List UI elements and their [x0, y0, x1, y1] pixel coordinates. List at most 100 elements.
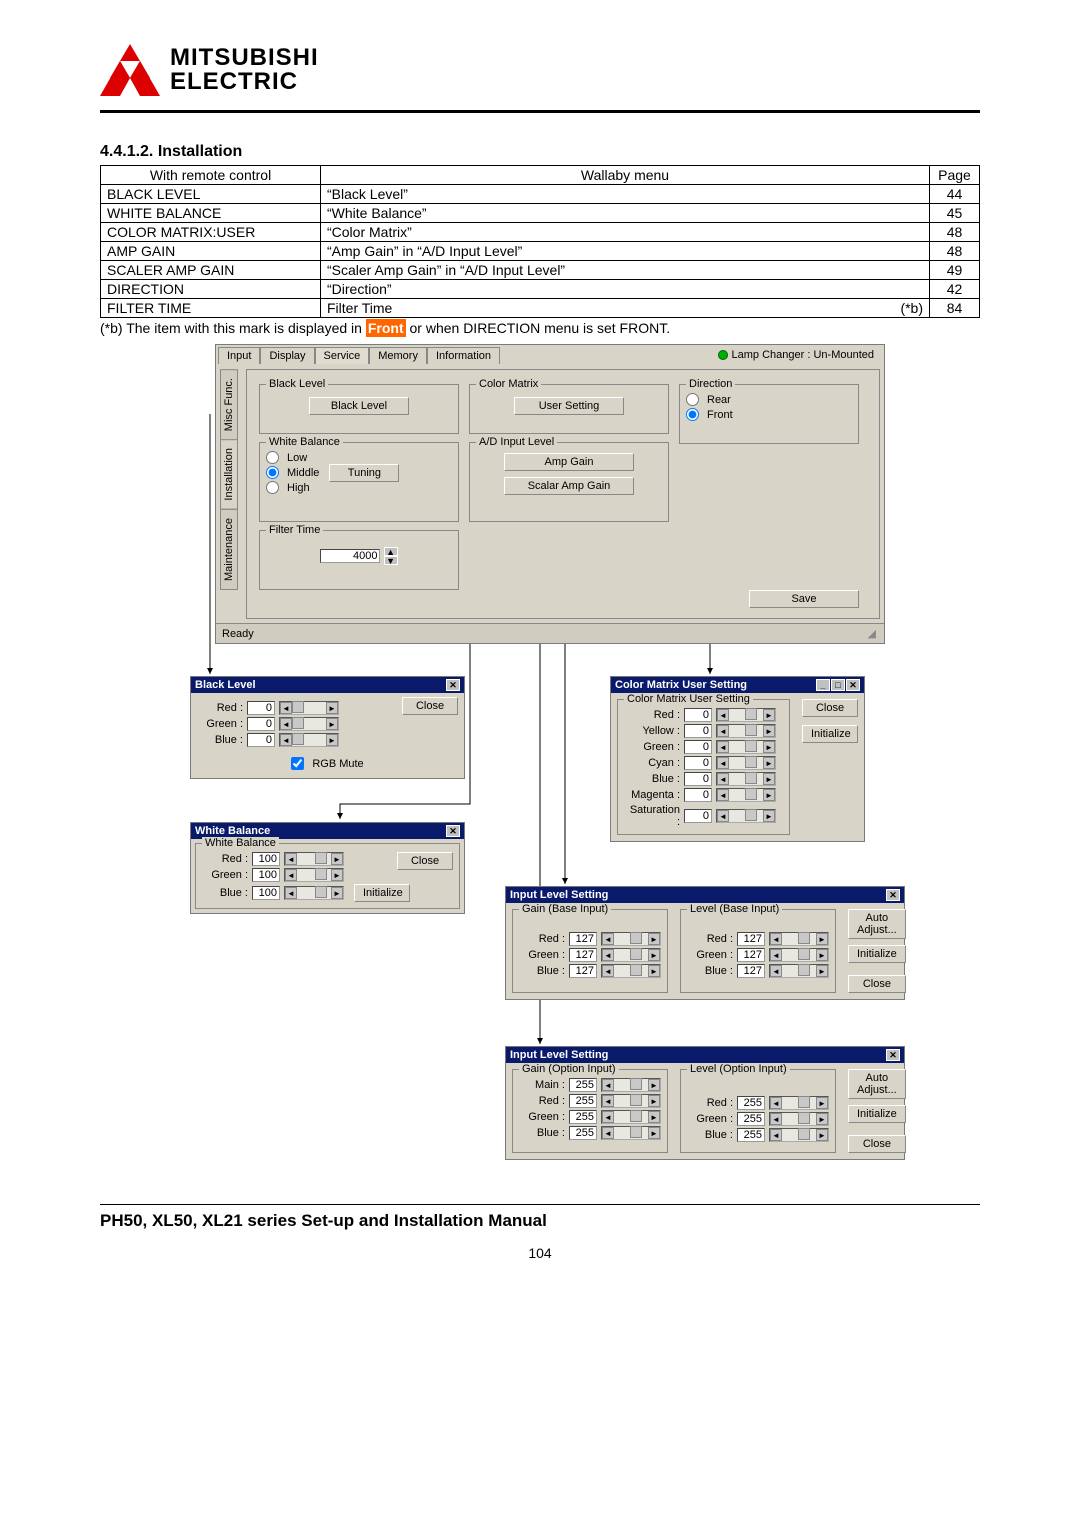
close-icon[interactable]: ✕ — [446, 679, 460, 691]
bl-red-input[interactable] — [247, 701, 275, 715]
close-icon[interactable]: ✕ — [446, 825, 460, 837]
bl-red-scroll[interactable]: ◄► — [279, 701, 339, 715]
close-icon[interactable]: ✕ — [886, 1049, 900, 1061]
il2-l-green[interactable] — [737, 1112, 765, 1126]
black-level-button[interactable]: Black Level — [309, 397, 409, 415]
il2-l-red[interactable] — [737, 1096, 765, 1110]
wb-close-button[interactable]: Close — [397, 852, 453, 870]
il2-g-green[interactable] — [569, 1110, 597, 1124]
cm-mag-input[interactable] — [684, 788, 712, 802]
bl-close-button[interactable]: Close — [402, 697, 458, 715]
il1-g-green[interactable] — [569, 948, 597, 962]
input-level-2-dialog: Input Level Setting✕ Gain (Option Input)… — [505, 1046, 905, 1160]
tab-service[interactable]: Service — [315, 347, 370, 364]
user-setting-button[interactable]: User Setting — [514, 397, 624, 415]
bl-blue-scroll[interactable]: ◄► — [279, 733, 339, 747]
il1-l-red[interactable] — [737, 932, 765, 946]
lamp-status: Lamp Changer : Un-Mounted — [718, 349, 874, 361]
cm-c-scroll[interactable]: ◄► — [716, 756, 776, 770]
footnote: (*b) The item with this mark is displaye… — [100, 320, 980, 336]
cm-s-scroll[interactable]: ◄► — [716, 809, 776, 823]
main-window: Input Display Service Memory Information… — [215, 344, 885, 644]
il2-auto-button[interactable]: Auto Adjust... — [848, 1069, 906, 1099]
dir-rear-radio[interactable] — [686, 393, 699, 406]
wb-high-radio[interactable] — [266, 481, 279, 494]
input-level-1-dialog: Input Level Setting✕ Gain (Base Input) R… — [505, 886, 905, 1000]
wb-red-scroll[interactable]: ◄► — [284, 852, 344, 866]
il1-g-red[interactable] — [569, 932, 597, 946]
th-remote: With remote control — [101, 166, 321, 185]
black-level-dialog: Black Level✕ Red :◄► Green :◄► Blue :◄► … — [190, 676, 465, 779]
cm-red-input[interactable] — [684, 708, 712, 722]
bl-blue-input[interactable] — [247, 733, 275, 747]
close-icon[interactable]: ✕ — [846, 679, 860, 691]
brand-text-2: ELECTRIC — [170, 70, 319, 94]
wb-middle-radio[interactable] — [266, 466, 279, 479]
cm-close-button[interactable]: Close — [802, 699, 858, 717]
cm-red-scroll[interactable]: ◄► — [716, 708, 776, 722]
lamp-dot-icon — [718, 350, 728, 360]
wb-green-input[interactable] — [252, 868, 280, 882]
brand-logo: MITSUBISHI ELECTRIC — [100, 40, 980, 100]
il2-g-main[interactable] — [569, 1078, 597, 1092]
bl-green-scroll[interactable]: ◄► — [279, 717, 339, 731]
white-balance-dialog: White Balance✕ White Balance Red :◄► Gre… — [190, 822, 465, 914]
bl-green-input[interactable] — [247, 717, 275, 731]
cm-green-input[interactable] — [684, 740, 712, 754]
page-number: 104 — [100, 1245, 980, 1261]
il2-init-button[interactable]: Initialize — [848, 1105, 906, 1123]
il1-init-button[interactable]: Initialize — [848, 945, 906, 963]
il2-g-red[interactable] — [569, 1094, 597, 1108]
il2-l-blue[interactable] — [737, 1128, 765, 1142]
resize-grip-icon[interactable]: ◢ — [868, 627, 878, 640]
logo-icon — [100, 40, 160, 100]
cm-blue-input[interactable] — [684, 772, 712, 786]
dir-front-radio[interactable] — [686, 408, 699, 421]
tab-information[interactable]: Information — [427, 347, 500, 364]
spin-down-icon[interactable]: ▼ — [384, 556, 398, 565]
vtab-maintenance[interactable]: Maintenance — [220, 509, 238, 590]
il1-g-blue[interactable] — [569, 964, 597, 978]
tab-display[interactable]: Display — [260, 347, 314, 364]
cm-y-scroll[interactable]: ◄► — [716, 724, 776, 738]
tuning-button[interactable]: Tuning — [329, 464, 399, 482]
cm-sat-input[interactable] — [684, 809, 712, 823]
cm-m-scroll[interactable]: ◄► — [716, 788, 776, 802]
cm-init-button[interactable]: Initialize — [802, 725, 858, 743]
tab-input[interactable]: Input — [218, 347, 260, 364]
section-heading: 4.4.1.2. Installation — [100, 143, 980, 161]
amp-gain-button[interactable]: Amp Gain — [504, 453, 634, 471]
wb-blue-input[interactable] — [252, 886, 280, 900]
reference-table: With remote control Wallaby menu Page BL… — [100, 165, 980, 318]
th-page: Page — [930, 166, 980, 185]
wb-green-scroll[interactable]: ◄► — [284, 868, 344, 882]
close-icon[interactable]: ✕ — [886, 889, 900, 901]
il2-close-button[interactable]: Close — [848, 1135, 906, 1153]
il1-auto-button[interactable]: Auto Adjust... — [848, 909, 906, 939]
rgb-mute-check[interactable] — [291, 757, 304, 770]
tab-memory[interactable]: Memory — [369, 347, 427, 364]
cm-g-scroll[interactable]: ◄► — [716, 740, 776, 754]
il1-l-green[interactable] — [737, 948, 765, 962]
th-menu: Wallaby menu — [321, 166, 930, 185]
scalar-amp-gain-button[interactable]: Scalar Amp Gain — [504, 477, 634, 495]
cm-yellow-input[interactable] — [684, 724, 712, 738]
status-text: Ready — [222, 628, 254, 640]
wb-blue-scroll[interactable]: ◄► — [284, 886, 344, 900]
filter-time-input[interactable] — [320, 549, 380, 563]
il1-close-button[interactable]: Close — [848, 975, 906, 993]
min-icon[interactable]: _ — [816, 679, 830, 691]
wb-red-input[interactable] — [252, 852, 280, 866]
brand-text-1: MITSUBISHI — [170, 46, 319, 70]
wb-low-radio[interactable] — [266, 451, 279, 464]
footer-title: PH50, XL50, XL21 series Set-up and Insta… — [100, 1211, 980, 1231]
il2-g-blue[interactable] — [569, 1126, 597, 1140]
cm-b-scroll[interactable]: ◄► — [716, 772, 776, 786]
save-button[interactable]: Save — [749, 590, 859, 608]
il1-l-blue[interactable] — [737, 964, 765, 978]
vtab-misc[interactable]: Misc Func. — [220, 369, 238, 440]
wb-init-button[interactable]: Initialize — [354, 884, 410, 902]
cm-cyan-input[interactable] — [684, 756, 712, 770]
vtab-installation[interactable]: Installation — [220, 439, 238, 510]
max-icon[interactable]: □ — [831, 679, 845, 691]
